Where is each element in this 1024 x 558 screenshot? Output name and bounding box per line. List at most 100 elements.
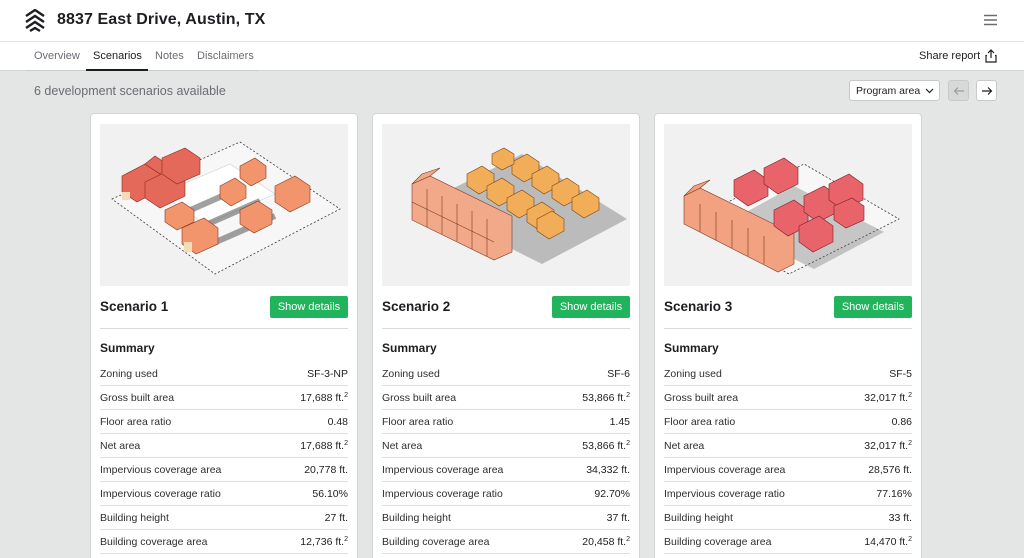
table-row: Building height 27 ft. bbox=[100, 506, 348, 530]
row-value: 20,458 ft.2 bbox=[582, 536, 630, 548]
table-row: Net area 17,688 ft.2 bbox=[100, 434, 348, 458]
divider bbox=[100, 328, 348, 329]
row-value: 53,866 ft.2 bbox=[582, 392, 630, 404]
table-row: Impervious coverage ratio 77.16% bbox=[664, 482, 912, 506]
tab-scenarios[interactable]: Scenarios bbox=[93, 50, 142, 62]
row-value: 32,017 ft.2 bbox=[864, 440, 912, 452]
row-value: 17,688 ft.2 bbox=[300, 440, 348, 452]
hamburger-menu-icon[interactable] bbox=[983, 14, 998, 26]
tab-notes[interactable]: Notes bbox=[155, 50, 184, 62]
top-bar: 8837 East Drive, Austin, TX bbox=[0, 0, 1024, 42]
row-value: SF-3-NP bbox=[307, 368, 348, 380]
tab-disclaimers[interactable]: Disclaimers bbox=[197, 50, 254, 62]
row-value: 14,470 ft.2 bbox=[864, 536, 912, 548]
row-value: 0.48 bbox=[327, 416, 348, 428]
table-row: Net area 32,017 ft.2 bbox=[664, 434, 912, 458]
previous-button[interactable] bbox=[948, 80, 969, 101]
row-value: 1.45 bbox=[609, 416, 630, 428]
row-label: Gross built area bbox=[100, 392, 175, 404]
scenario-1-massing-image bbox=[100, 124, 348, 286]
table-row: Floor area ratio 0.48 bbox=[100, 410, 348, 434]
program-area-select-value: Program area bbox=[856, 85, 921, 97]
row-label: Building coverage area bbox=[664, 536, 772, 548]
table-row: Zoning used SF-6 bbox=[382, 362, 630, 386]
table-row: Impervious coverage area 34,332 ft. bbox=[382, 458, 630, 482]
table-row: Floor area ratio 1.45 bbox=[382, 410, 630, 434]
row-value: 20,778 ft. bbox=[304, 464, 348, 476]
summary-table: Zoning used SF-3-NP Gross built area 17,68… bbox=[100, 362, 348, 554]
show-details-button[interactable]: Show details bbox=[552, 296, 630, 318]
scenario-card: Scenario 3 Show details Summary Zoning u… bbox=[654, 113, 922, 558]
scenario-card: Scenario 2 Show details Summary Zoning u… bbox=[372, 113, 640, 558]
scenario-card: Scenario 1 Show details Summary Zoning u… bbox=[90, 113, 358, 558]
scenario-title: Scenario 2 bbox=[382, 299, 451, 314]
arrow-right-icon bbox=[982, 87, 993, 95]
summary-table: Zoning used SF-6 Gross built area 53,866 f… bbox=[382, 362, 630, 554]
arrow-left-icon bbox=[953, 87, 964, 95]
row-label: Floor area ratio bbox=[664, 416, 736, 428]
chevron-down-icon bbox=[925, 88, 934, 94]
row-value: SF-5 bbox=[889, 368, 912, 380]
table-row: Gross built area 32,017 ft.2 bbox=[664, 386, 912, 410]
divider bbox=[382, 328, 630, 329]
row-label: Building height bbox=[664, 512, 733, 524]
summary-heading: Summary bbox=[664, 341, 719, 355]
row-label: Impervious coverage ratio bbox=[382, 488, 503, 500]
table-row: Zoning used SF-3-NP bbox=[100, 362, 348, 386]
row-label: Building height bbox=[100, 512, 169, 524]
table-row: Building coverage area 20,458 ft.2 bbox=[382, 530, 630, 554]
show-details-button[interactable]: Show details bbox=[834, 296, 912, 318]
row-value: 12,736 ft.2 bbox=[300, 536, 348, 548]
table-row: Building height 33 ft. bbox=[664, 506, 912, 530]
scenario-title: Scenario 1 bbox=[100, 299, 169, 314]
table-row: Impervious coverage ratio 92.70% bbox=[382, 482, 630, 506]
share-icon[interactable] bbox=[985, 49, 997, 63]
row-label: Floor area ratio bbox=[100, 416, 172, 428]
row-label: Zoning used bbox=[664, 368, 722, 380]
row-value: 32,017 ft.2 bbox=[864, 392, 912, 404]
row-label: Net area bbox=[100, 440, 141, 452]
row-value: 17,688 ft.2 bbox=[300, 392, 348, 404]
share-report-button[interactable]: Share report bbox=[919, 50, 980, 62]
table-row: Zoning used SF-5 bbox=[664, 362, 912, 386]
row-label: Impervious coverage area bbox=[100, 464, 222, 476]
program-area-select[interactable]: Program area bbox=[849, 80, 940, 101]
table-row: Building height 37 ft. bbox=[382, 506, 630, 530]
active-tab-indicator bbox=[86, 69, 148, 71]
scenarios-available-text: 6 development scenarios available bbox=[34, 84, 226, 98]
tab-bar: Overview Scenarios Notes Disclaimers Sha… bbox=[0, 42, 1024, 71]
scenario-2-massing-image bbox=[382, 124, 630, 286]
table-row: Impervious coverage area 28,576 ft. bbox=[664, 458, 912, 482]
row-value: 0.86 bbox=[891, 416, 912, 428]
table-row: Impervious coverage area 20,778 ft. bbox=[100, 458, 348, 482]
row-label: Gross built area bbox=[664, 392, 739, 404]
table-row: Net area 53,866 ft.2 bbox=[382, 434, 630, 458]
row-label: Building height bbox=[382, 512, 451, 524]
row-value: 28,576 ft. bbox=[868, 464, 912, 476]
logo-icon bbox=[25, 9, 45, 33]
row-value: 34,332 ft. bbox=[586, 464, 630, 476]
row-label: Zoning used bbox=[382, 368, 440, 380]
row-value: 27 ft. bbox=[324, 512, 348, 524]
row-label: Floor area ratio bbox=[382, 416, 454, 428]
row-label: Net area bbox=[664, 440, 705, 452]
row-label: Impervious coverage ratio bbox=[100, 488, 221, 500]
show-details-button[interactable]: Show details bbox=[270, 296, 348, 318]
row-label: Impervious coverage area bbox=[382, 464, 504, 476]
row-label: Gross built area bbox=[382, 392, 457, 404]
tab-overview[interactable]: Overview bbox=[34, 50, 80, 62]
summary-table: Zoning used SF-5 Gross built area 32,017 f… bbox=[664, 362, 912, 554]
divider bbox=[664, 328, 912, 329]
row-value: 92.70% bbox=[594, 488, 630, 500]
scenario-3-massing-image bbox=[664, 124, 912, 286]
next-button[interactable] bbox=[976, 80, 997, 101]
row-value: 37 ft. bbox=[606, 512, 630, 524]
scenario-title: Scenario 3 bbox=[664, 299, 733, 314]
row-label: Zoning used bbox=[100, 368, 158, 380]
table-row: Impervious coverage ratio 56.10% bbox=[100, 482, 348, 506]
row-value: SF-6 bbox=[607, 368, 630, 380]
table-row: Gross built area 17,688 ft.2 bbox=[100, 386, 348, 410]
table-row: Floor area ratio 0.86 bbox=[664, 410, 912, 434]
row-label: Impervious coverage area bbox=[664, 464, 786, 476]
table-row: Building coverage area 12,736 ft.2 bbox=[100, 530, 348, 554]
